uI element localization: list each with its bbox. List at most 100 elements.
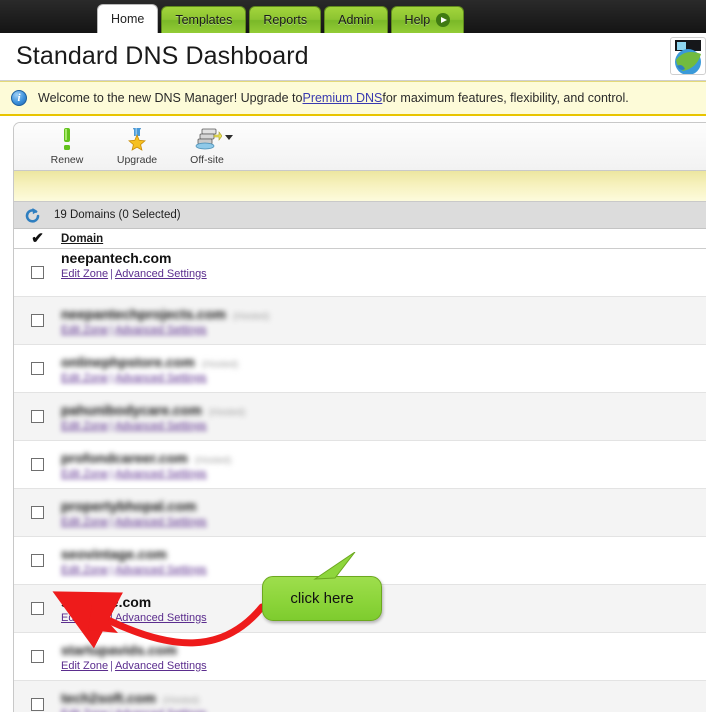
- domain-name-text: tech2soft.com: [61, 689, 156, 706]
- edit-zone-link[interactable]: Edit Zone: [61, 420, 108, 432]
- table-row[interactable]: pahunibodycare.com (Hosted) Edit Zone | Adva…: [14, 393, 706, 441]
- edit-zone-link[interactable]: Edit Zone: [61, 372, 108, 384]
- hosted-badge: (Hosted): [194, 454, 232, 466]
- domain-count-bar: 19 Domains (0 Selected): [14, 202, 706, 229]
- row-checkbox[interactable]: [31, 362, 44, 375]
- edit-zone-link[interactable]: Edit Zone: [61, 564, 108, 576]
- row-checkbox-cell: [14, 650, 61, 663]
- edit-zone-link[interactable]: Edit Zone: [61, 324, 108, 336]
- hosted-badge: (Hosted): [162, 694, 200, 706]
- row-checkbox[interactable]: [31, 266, 44, 279]
- tab-templates[interactable]: Templates: [161, 6, 247, 33]
- tab-reports[interactable]: Reports: [249, 6, 322, 33]
- edit-zone-link[interactable]: Edit Zone: [61, 660, 108, 672]
- advanced-settings-link[interactable]: Advanced Settings: [115, 660, 207, 672]
- row-actions: Edit Zone|Advanced Settings: [61, 420, 245, 432]
- advanced-settings-link[interactable]: Advanced Settings: [115, 420, 207, 432]
- action-separator: |: [110, 659, 113, 672]
- row-checkbox[interactable]: [31, 554, 44, 567]
- table-row[interactable]: tech2soft.com (Hosted) Edit Zone|Advanced …: [14, 681, 706, 712]
- action-separator: |: [110, 563, 113, 576]
- dns-dashboard-page: Home Templates Reports Admin Help Standa…: [0, 0, 706, 712]
- panel-toolbar: Renew Upgrade Off-site: [14, 123, 706, 171]
- edit-zone-link[interactable]: Edit Zone: [61, 468, 108, 480]
- table-row[interactable]: neepantech.com Edit Zone | Advanced Setting…: [14, 249, 706, 297]
- action-separator: |: [110, 467, 113, 480]
- row-checkbox-cell: [14, 506, 61, 519]
- row-info: startupavids.com Edit Zone | Advanced Setti…: [61, 642, 207, 672]
- domain-name-text: propertybhopal.com: [61, 497, 197, 514]
- offsite-button[interactable]: Off-site: [172, 126, 242, 166]
- row-actions: Edit Zone|Advanced Settings: [61, 268, 207, 280]
- row-checkbox-cell: [14, 554, 61, 567]
- renew-button[interactable]: Renew: [32, 126, 102, 166]
- tab-home[interactable]: Home: [97, 4, 159, 33]
- table-row[interactable]: propertybhopal.com Edit Zone | Advanced Set…: [14, 489, 706, 537]
- row-checkbox[interactable]: [31, 506, 44, 519]
- tab-admin[interactable]: Admin: [324, 6, 388, 33]
- globe-monitor-icon: [670, 37, 706, 75]
- domain-name-text: startupavids.com: [61, 641, 177, 658]
- advanced-settings-link[interactable]: Advanced Settings: [115, 516, 207, 528]
- row-info: tech2soft.com (Hosted) Edit Zone|Advanced …: [61, 690, 207, 712]
- notice-text-after: for maximum features, flexibility, and c…: [382, 91, 629, 105]
- chevron-down-icon[interactable]: [225, 135, 233, 140]
- advanced-settings-link[interactable]: Advanced Settings: [115, 612, 207, 624]
- offsite-label: Off-site: [190, 154, 224, 166]
- row-actions: Edit Zone|Advanced Settings: [61, 660, 207, 672]
- row-info: neepantech.com Edit Zone | Advanced Setting…: [61, 250, 207, 280]
- advanced-settings-link[interactable]: Advanced Settings: [115, 324, 207, 336]
- row-info: pahunibodycare.com (Hosted) Edit Zone | Adva…: [61, 402, 245, 432]
- edit-zone-link[interactable]: Edit Zone: [61, 516, 108, 528]
- callout-tail-icon: [313, 552, 356, 580]
- action-separator: |: [108, 708, 115, 712]
- table-row[interactable]: onlinephpstore.com (Hosted) Edit Zone | Adva…: [14, 345, 706, 393]
- refresh-icon[interactable]: [24, 207, 41, 224]
- main-tab-bar: Home Templates Reports Admin Help: [0, 0, 706, 33]
- domain-name: neepantech.com: [61, 250, 207, 266]
- row-checkbox[interactable]: [31, 650, 44, 663]
- row-checkbox[interactable]: [31, 410, 44, 423]
- row-info: spotmile.com Edit Zone | Advanced Settings: [61, 594, 207, 624]
- domain-name-text: neepantechprojects.com: [61, 305, 226, 322]
- domain-name-text: spotmile.com: [61, 593, 152, 610]
- premium-dns-link[interactable]: Premium DNS: [302, 91, 382, 105]
- info-icon: i: [11, 90, 27, 106]
- welcome-notice-bar: i Welcome to the new DNS Manager! Upgrad…: [0, 81, 706, 116]
- column-header-domain[interactable]: Domain: [61, 233, 103, 245]
- edit-zone-link[interactable]: Edit Zone: [61, 268, 108, 280]
- advanced-settings-link[interactable]: Advanced Settings: [115, 268, 207, 280]
- domain-rows: neepantech.com Edit Zone | Advanced Setting…: [14, 249, 706, 712]
- upgrade-button[interactable]: Upgrade: [102, 126, 172, 166]
- domain-name-text: profondcareer.com: [61, 449, 188, 466]
- row-checkbox-cell: [14, 314, 61, 327]
- domain-name: onlinephpstore.com (Hosted): [61, 354, 238, 370]
- edit-zone-link[interactable]: Edit Zone: [61, 612, 108, 624]
- table-row[interactable]: neepantechprojects.com (Hosted) Edit Zone |…: [14, 297, 706, 345]
- domain-name: spotmile.com: [61, 594, 207, 610]
- table-row[interactable]: startupavids.com Edit Zone | Advanced Setti…: [14, 633, 706, 681]
- row-info: propertybhopal.com Edit Zone | Advanced Set…: [61, 498, 207, 528]
- row-checkbox[interactable]: [31, 602, 44, 615]
- tab-help[interactable]: Help: [390, 6, 465, 33]
- advanced-settings-link[interactable]: Advanced Settings: [115, 372, 207, 384]
- advanced-settings-link[interactable]: Advanced Settings: [115, 564, 207, 576]
- row-checkbox-cell: [14, 266, 61, 279]
- checkmark-icon: ✔: [31, 230, 44, 247]
- advanced-settings-link[interactable]: Advanced Settings: [115, 468, 207, 480]
- row-checkbox[interactable]: [31, 458, 44, 471]
- callout-label: click here: [290, 590, 354, 607]
- domain-name-text: neepantech.com: [61, 249, 172, 266]
- domain-name: seovintage.com: [61, 546, 207, 562]
- table-row[interactable]: profondcareer.com (Hosted) Edit Zone | Advan…: [14, 441, 706, 489]
- domain-name: neepantechprojects.com (Hosted): [61, 306, 269, 322]
- row-checkbox[interactable]: [31, 698, 44, 711]
- row-actions: Edit Zone|Advanced Settings: [61, 708, 207, 712]
- row-checkbox[interactable]: [31, 314, 44, 327]
- select-all-checkbox[interactable]: ✔: [14, 231, 61, 246]
- row-info: profondcareer.com (Hosted) Edit Zone | Advan…: [61, 450, 231, 480]
- edit-zone-link[interactable]: Edit Zone: [61, 708, 108, 712]
- hosted-badge: (Hosted): [201, 358, 239, 370]
- action-separator: |: [110, 323, 113, 336]
- advanced-settings-link[interactable]: Advanced Settings: [115, 708, 207, 712]
